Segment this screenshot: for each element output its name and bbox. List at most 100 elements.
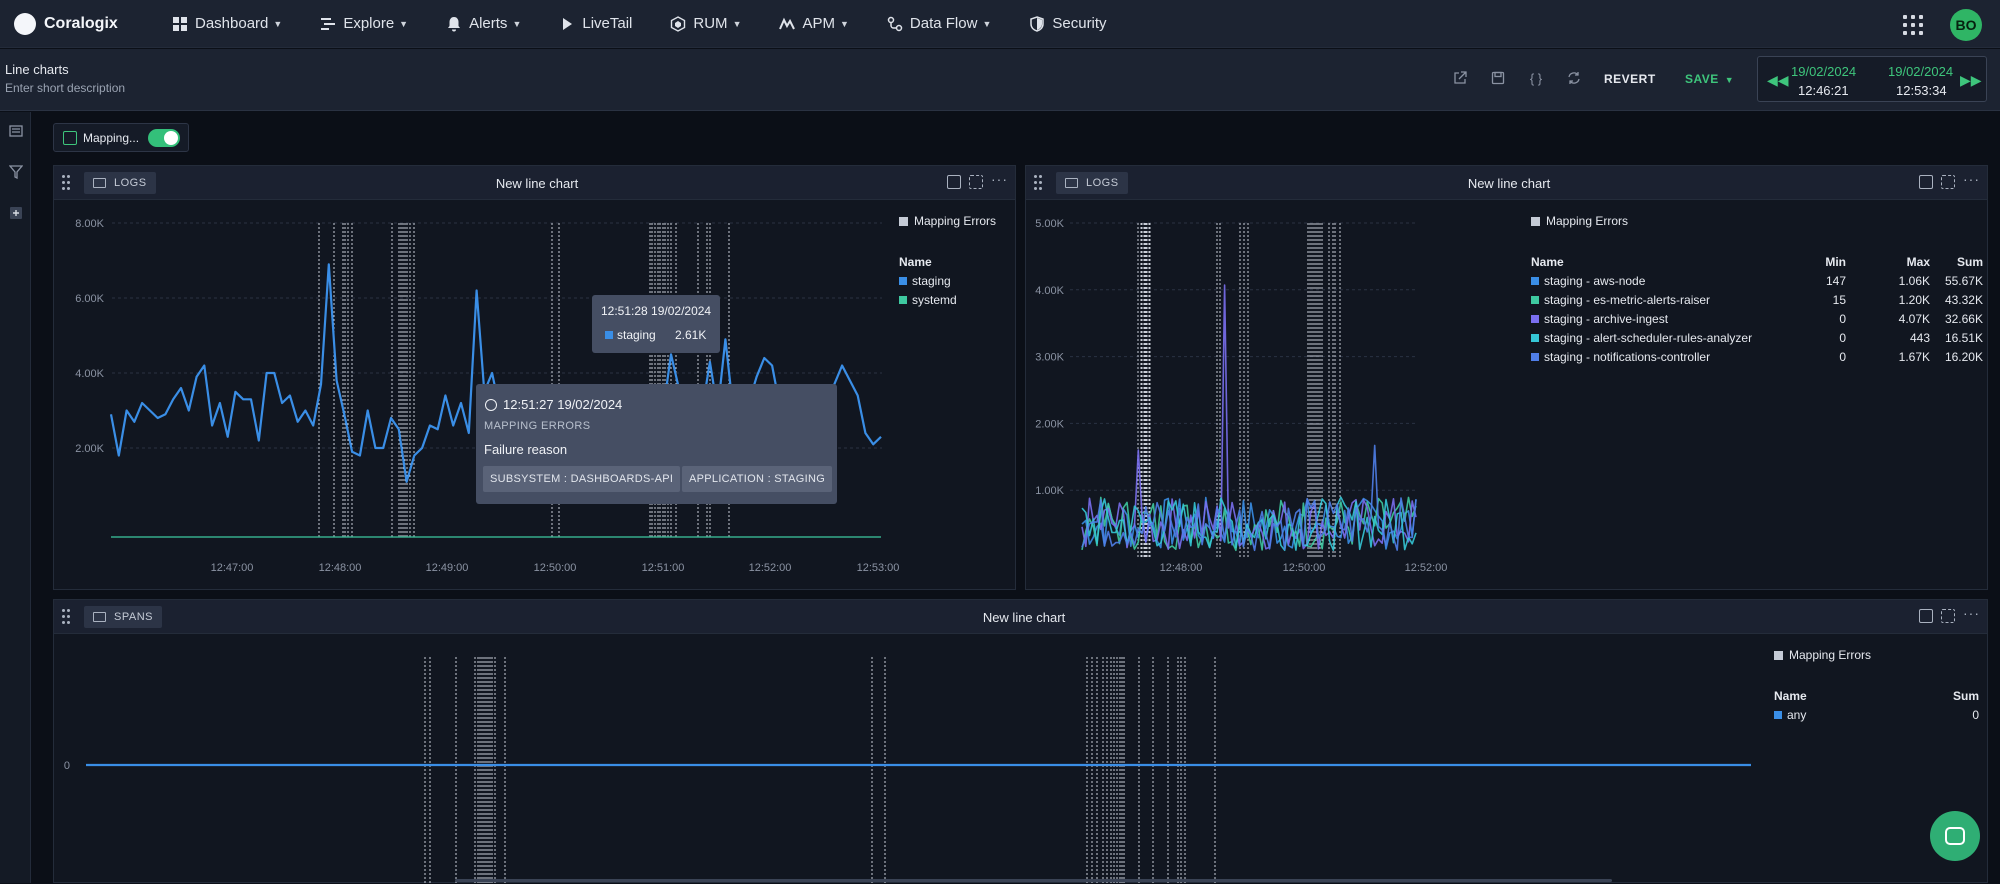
nav-label: Alerts — [469, 15, 508, 32]
panel-actions: ··· — [1919, 606, 1979, 623]
widgets-list-icon[interactable] — [9, 124, 23, 138]
revert-button[interactable]: REVERT — [1604, 72, 1656, 86]
legend-label: staging - es-metric-alerts-raiser — [1544, 293, 1711, 307]
fullscreen-icon[interactable] — [1941, 609, 1955, 623]
x-tick-label: 12:49:00 — [426, 562, 469, 574]
left-rail — [0, 112, 31, 883]
export-icon[interactable] — [1919, 175, 1933, 189]
legend-item[interactable]: staging - aws-node — [1531, 274, 1645, 288]
legend-title-text: Mapping Errors — [1789, 648, 1872, 662]
chevron-down-icon: ▼ — [273, 18, 283, 29]
refresh-icon[interactable] — [1565, 69, 1583, 87]
fullscreen-icon[interactable] — [969, 175, 983, 189]
nav-security[interactable]: Security — [1029, 15, 1107, 32]
legend-min: 0 — [1839, 331, 1846, 345]
legend-header-name: Name — [1531, 255, 1564, 269]
legend-min: 0 — [1839, 312, 1846, 326]
step-back-icon[interactable]: ◀◀ — [1767, 72, 1789, 89]
more-options-icon[interactable]: ··· — [1963, 172, 1979, 189]
nav-alerts[interactable]: Alerts ▼ — [446, 15, 521, 32]
more-options-icon[interactable]: ··· — [991, 172, 1007, 189]
logo[interactable]: Coralogix — [14, 12, 154, 35]
time-range-picker[interactable]: ◀◀ 19/02/2024 12:46:21 19/02/2024 12:53:… — [1757, 56, 1987, 102]
legend-label: staging - alert-scheduler-rules-analyzer — [1544, 331, 1753, 345]
source-label: LOGS — [1086, 177, 1119, 189]
chevron-down-icon: ▼ — [512, 18, 522, 29]
nav-apm[interactable]: APM ▼ — [779, 15, 849, 32]
tooltip-time: 12:51:28 19/02/2024 — [601, 304, 712, 318]
legend-title: Mapping Errors — [899, 214, 996, 228]
y-tick-label: 1.00K — [1035, 485, 1064, 497]
source-label: SPANS — [114, 611, 153, 623]
variable-mapping-toggle[interactable]: Mapping... — [53, 123, 189, 152]
x-tick-label: 12:48:00 — [1160, 562, 1203, 574]
avatar[interactable]: BO — [1950, 9, 1982, 41]
legend-item-any[interactable]: any — [1774, 708, 1806, 722]
line-chart-panel-1: LOGS New line chart ··· 8.00K 6.00K 4.00K 2… — [53, 165, 1016, 590]
annotation-time: 12:51:27 19/02/2024 — [503, 397, 623, 412]
legend-title-text: Mapping Errors — [1546, 214, 1629, 228]
legend-header-name: Name — [1774, 689, 1807, 703]
y-tick-label: 2.00K — [75, 443, 104, 455]
dashboard-title[interactable]: Line charts — [5, 62, 69, 77]
dashboard-description[interactable]: Enter short description — [5, 81, 125, 95]
logs-icon — [1065, 178, 1078, 188]
export-icon[interactable] — [1919, 609, 1933, 623]
legend-item[interactable]: staging - es-metric-alerts-raiser — [1531, 293, 1710, 307]
legend-label: systemd — [912, 293, 957, 307]
legend-title: Mapping Errors — [1531, 214, 1628, 228]
line-chart-panel-3: SPANS New line chart ··· 0 Mapping Error… — [53, 599, 1988, 884]
legend-item-systemd[interactable]: systemd — [899, 293, 957, 307]
nav-explore[interactable]: Explore ▼ — [320, 15, 408, 32]
fullscreen-icon[interactable] — [1941, 175, 1955, 189]
nav-label: Dashboard — [195, 15, 269, 32]
legend-item-staging[interactable]: staging — [899, 274, 951, 288]
y-tick-label: 2.00K — [1035, 418, 1064, 430]
tooltip-series: staging — [605, 328, 656, 342]
toggle-switch[interactable] — [148, 129, 180, 147]
panel-title: New line chart — [1467, 176, 1551, 191]
chart-2-svg[interactable]: 5.00K 4.00K 3.00K 2.00K 1.00K 12:48:00 12:50:0… — [1026, 200, 1526, 590]
nav-livetail[interactable]: LiveTail — [559, 15, 632, 32]
chart-3-svg[interactable]: 0 — [54, 634, 1754, 884]
legend-title-swatch — [1531, 216, 1540, 226]
add-widget-icon[interactable] — [9, 206, 23, 220]
support-chat-button[interactable] — [1930, 811, 1980, 861]
nav-dashboard[interactable]: Dashboard ▼ — [172, 15, 282, 32]
export-icon[interactable] — [947, 175, 961, 189]
annotation-tooltip: 12:51:27 19/02/2024 MAPPING ERRORS Failu… — [476, 384, 837, 504]
legend-item[interactable]: staging - alert-scheduler-rules-analyzer — [1531, 331, 1752, 345]
drag-handle-icon[interactable] — [62, 609, 70, 625]
logo-mark — [14, 12, 36, 35]
drag-handle-icon[interactable] — [1034, 175, 1042, 191]
json-braces-icon[interactable]: { } — [1527, 69, 1545, 87]
panel-header: SPANS New line chart ··· — [54, 600, 1987, 634]
legend-item[interactable]: staging - notifications-controller — [1531, 350, 1710, 364]
save-draft-icon[interactable] — [1489, 69, 1507, 87]
step-forward-icon[interactable]: ▶▶ — [1960, 72, 1982, 89]
legend-title-swatch — [1774, 650, 1783, 660]
x-tick-label: 12:50:00 — [1283, 562, 1326, 574]
more-options-icon[interactable]: ··· — [1963, 606, 1979, 623]
legend-sum: 16.20K — [1944, 350, 1983, 364]
dataflow-icon — [887, 16, 903, 31]
apm-icon — [779, 17, 796, 29]
legend-title-text: Mapping Errors — [914, 214, 997, 228]
share-icon[interactable] — [1451, 69, 1469, 87]
nav-dataflow[interactable]: Data Flow ▼ — [887, 15, 991, 32]
tooltip-series-name: staging — [617, 328, 656, 342]
legend-sum: 55.67K — [1944, 274, 1983, 288]
x-tick-label: 12:50:00 — [534, 562, 577, 574]
nav-rum[interactable]: RUM ▼ — [670, 15, 741, 32]
apps-grid-icon[interactable] — [1903, 15, 1923, 35]
filter-icon[interactable] — [9, 165, 23, 179]
save-button[interactable]: SAVE ▼ — [1685, 72, 1734, 86]
variable-icon — [63, 130, 77, 145]
drag-handle-icon[interactable] — [62, 175, 70, 191]
y-tick-label: 8.00K — [75, 218, 104, 230]
horizontal-scrollbar[interactable] — [455, 879, 1612, 882]
x-tick-label: 12:51:00 — [642, 562, 685, 574]
legend-item[interactable]: staging - archive-ingest — [1531, 312, 1668, 326]
legend-title-swatch — [899, 216, 908, 226]
spans-icon — [93, 612, 106, 622]
